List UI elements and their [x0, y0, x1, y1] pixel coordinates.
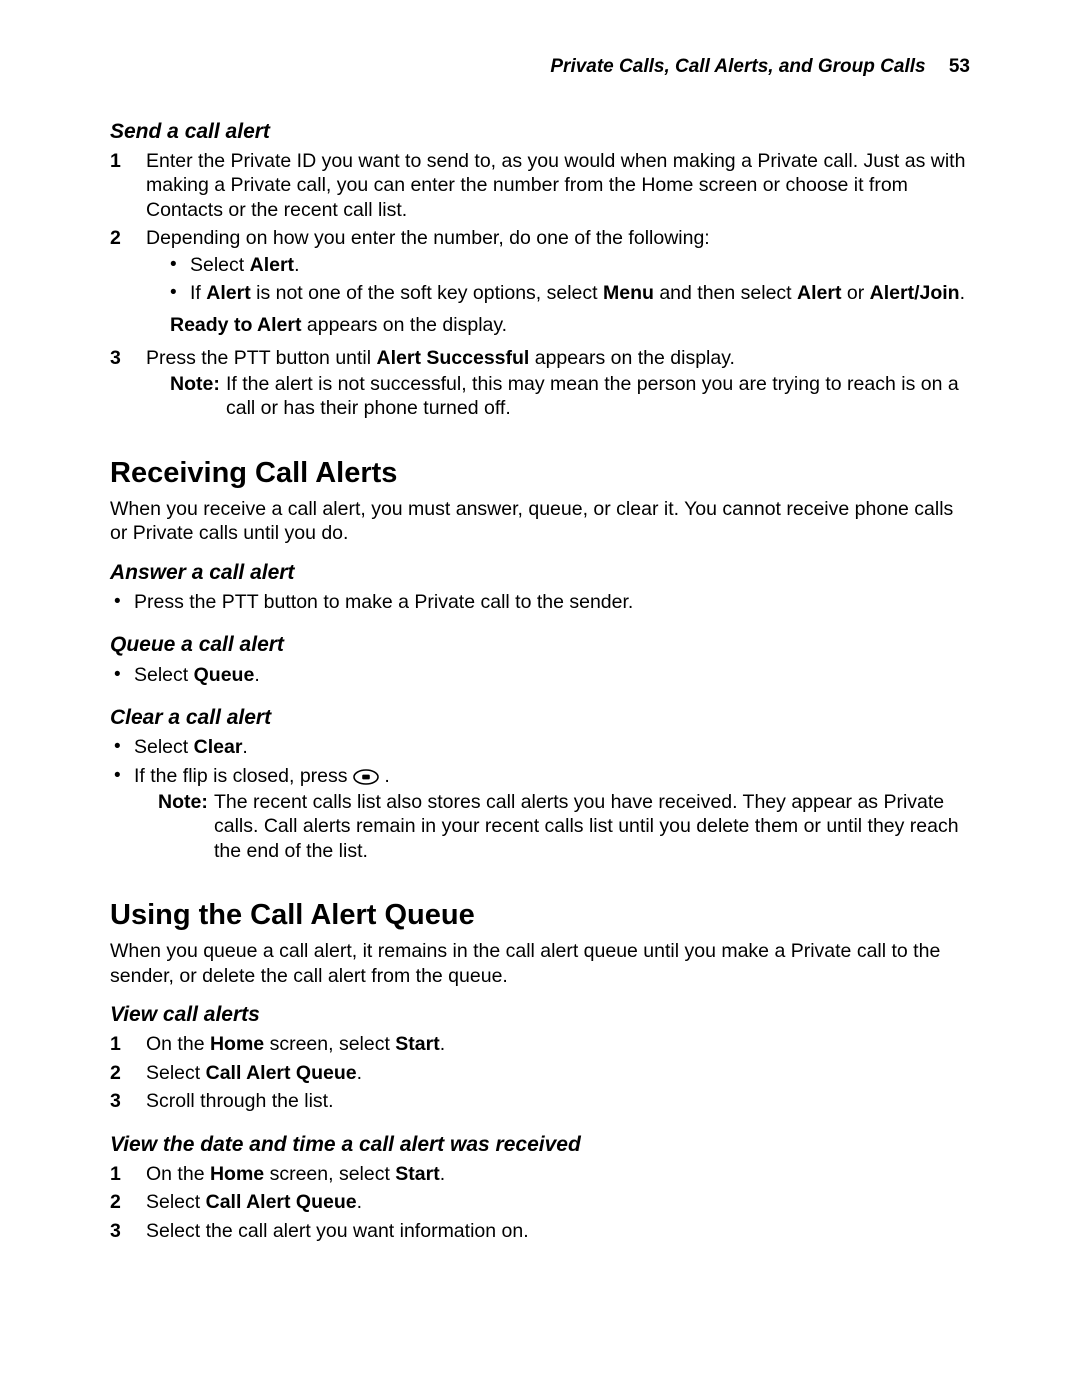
note-text: The recent calls list also stores call a…: [214, 791, 959, 862]
heading-queue-call-alert: Queue a call alert: [110, 632, 970, 658]
note-text: If the alert is not successful, this may…: [226, 373, 959, 419]
ui-term-home: Home: [210, 1033, 264, 1055]
step-2: 2 Select Call Alert Queue.: [110, 1190, 970, 1218]
step-2-bullet-2: If Alert is not one of the soft key opti…: [166, 281, 970, 309]
step-2-intro: Depending on how you enter the number, d…: [146, 227, 710, 249]
step-3: 3 Select the call alert you want informa…: [110, 1219, 970, 1247]
text: If: [190, 282, 206, 304]
heading-receiving-call-alerts: Receiving Call Alerts: [110, 455, 970, 491]
answer-bullet-1: Press the PTT button to make a Private c…: [110, 590, 970, 618]
text: .: [960, 282, 965, 304]
text: and then select: [654, 282, 797, 304]
text: Scroll through the list.: [146, 1090, 334, 1112]
clear-bullet-2: If the flip is closed, press . Note: The…: [110, 764, 970, 874]
step-1: 1 On the Home screen, select Start.: [110, 1162, 970, 1190]
step-1-text: Enter the Private ID you want to send to…: [146, 150, 965, 221]
step-number: 2: [110, 226, 138, 250]
receiving-intro: When you receive a call alert, you must …: [110, 497, 970, 546]
view-date-time-steps: 1 On the Home screen, select Start. 2 Se…: [110, 1162, 970, 1247]
ui-term-start: Start: [395, 1163, 439, 1185]
text: appears on the display.: [301, 314, 507, 336]
step-3: 3 Scroll through the list.: [110, 1089, 970, 1117]
text: is not one of the soft key options, sele…: [251, 282, 603, 304]
text: or: [841, 282, 869, 304]
text: Select: [190, 254, 250, 276]
step-number: 1: [110, 1032, 138, 1056]
send-alert-steps: 1 Enter the Private ID you want to send …: [110, 149, 970, 431]
step-2: 2 Select Call Alert Queue.: [110, 1061, 970, 1089]
heading-view-date-time: View the date and time a call alert was …: [110, 1132, 970, 1158]
step-number: 2: [110, 1061, 138, 1085]
running-header: Private Calls, Call Alerts, and Group Ca…: [110, 55, 970, 79]
view-call-alerts-steps: 1 On the Home screen, select Start. 2 Se…: [110, 1032, 970, 1117]
using-queue-intro: When you queue a call alert, it remains …: [110, 939, 970, 988]
ui-term-start: Start: [395, 1033, 439, 1055]
step-number: 1: [110, 149, 138, 173]
text: .: [384, 765, 389, 787]
text: On the: [146, 1033, 210, 1055]
step-3: 3 Press the PTT button until Alert Succe…: [110, 346, 970, 431]
ui-term-alert-join: Alert/Join: [870, 282, 960, 304]
clear-list: Select Clear. If the flip is closed, pre…: [110, 735, 970, 873]
ui-term-alert: Alert: [250, 254, 294, 276]
text: screen, select: [264, 1163, 395, 1185]
step-number: 3: [110, 1219, 138, 1243]
answer-list: Press the PTT button to make a Private c…: [110, 590, 970, 618]
heading-using-call-alert-queue: Using the Call Alert Queue: [110, 897, 970, 933]
ui-term-call-alert-queue: Call Alert Queue: [206, 1191, 357, 1213]
ui-term-alert: Alert: [206, 282, 250, 304]
step-2-sublist: Select Alert. If Alert is not one of the…: [166, 253, 970, 310]
status-alert-successful: Alert Successful: [377, 347, 530, 369]
step-2-bullet-1: Select Alert.: [166, 253, 970, 281]
text: .: [440, 1033, 445, 1055]
text: .: [254, 664, 259, 686]
text: Select: [134, 736, 194, 758]
heading-answer-call-alert: Answer a call alert: [110, 560, 970, 586]
text: .: [357, 1062, 362, 1084]
text: Select: [134, 664, 194, 686]
text: screen, select: [264, 1033, 395, 1055]
ui-term-menu: Menu: [603, 282, 654, 304]
text: Press the PTT button until: [146, 347, 377, 369]
document-page: Private Calls, Call Alerts, and Group Ca…: [0, 0, 1080, 1397]
step-2: 2 Depending on how you enter the number,…: [110, 226, 970, 346]
ui-term-queue: Queue: [194, 664, 255, 686]
step-2-result: Ready to Alert appears on the display.: [170, 311, 970, 341]
ui-term-alert: Alert: [797, 282, 841, 304]
heading-clear-call-alert: Clear a call alert: [110, 705, 970, 731]
clear-bullet-1: Select Clear.: [110, 735, 970, 763]
smart-button-icon: [353, 769, 379, 785]
text: appears on the display.: [529, 347, 735, 369]
step-number: 3: [110, 1089, 138, 1113]
queue-bullet-1: Select Queue.: [110, 663, 970, 691]
step-number: 1: [110, 1162, 138, 1186]
clear-note: Note: The recent calls list also stores …: [134, 790, 970, 863]
step-1: 1 Enter the Private ID you want to send …: [110, 149, 970, 226]
text: On the: [146, 1163, 210, 1185]
ui-term-home: Home: [210, 1163, 264, 1185]
step-1: 1 On the Home screen, select Start.: [110, 1032, 970, 1060]
text: If the flip is closed, press: [134, 765, 353, 787]
text: .: [294, 254, 299, 276]
chapter-title: Private Calls, Call Alerts, and Group Ca…: [550, 56, 925, 77]
heading-view-call-alerts: View call alerts: [110, 1002, 970, 1028]
status-ready-to-alert: Ready to Alert: [170, 314, 301, 336]
heading-send-call-alert: Send a call alert: [110, 119, 970, 145]
ui-term-call-alert-queue: Call Alert Queue: [206, 1062, 357, 1084]
note-label: Note:: [158, 790, 208, 814]
step-number: 3: [110, 346, 138, 370]
page-number: 53: [949, 56, 970, 77]
queue-list: Select Queue.: [110, 663, 970, 691]
note-label: Note:: [170, 372, 220, 396]
text: Press the PTT button to make a Private c…: [134, 591, 633, 613]
step-number: 2: [110, 1190, 138, 1214]
ui-term-clear: Clear: [194, 736, 243, 758]
text: .: [440, 1163, 445, 1185]
step-3-note: Note: If the alert is not successful, th…: [146, 372, 970, 421]
text: Select: [146, 1062, 206, 1084]
text: .: [357, 1191, 362, 1213]
text: Select the call alert you want informati…: [146, 1220, 529, 1242]
text: Select: [146, 1191, 206, 1213]
text: .: [242, 736, 247, 758]
